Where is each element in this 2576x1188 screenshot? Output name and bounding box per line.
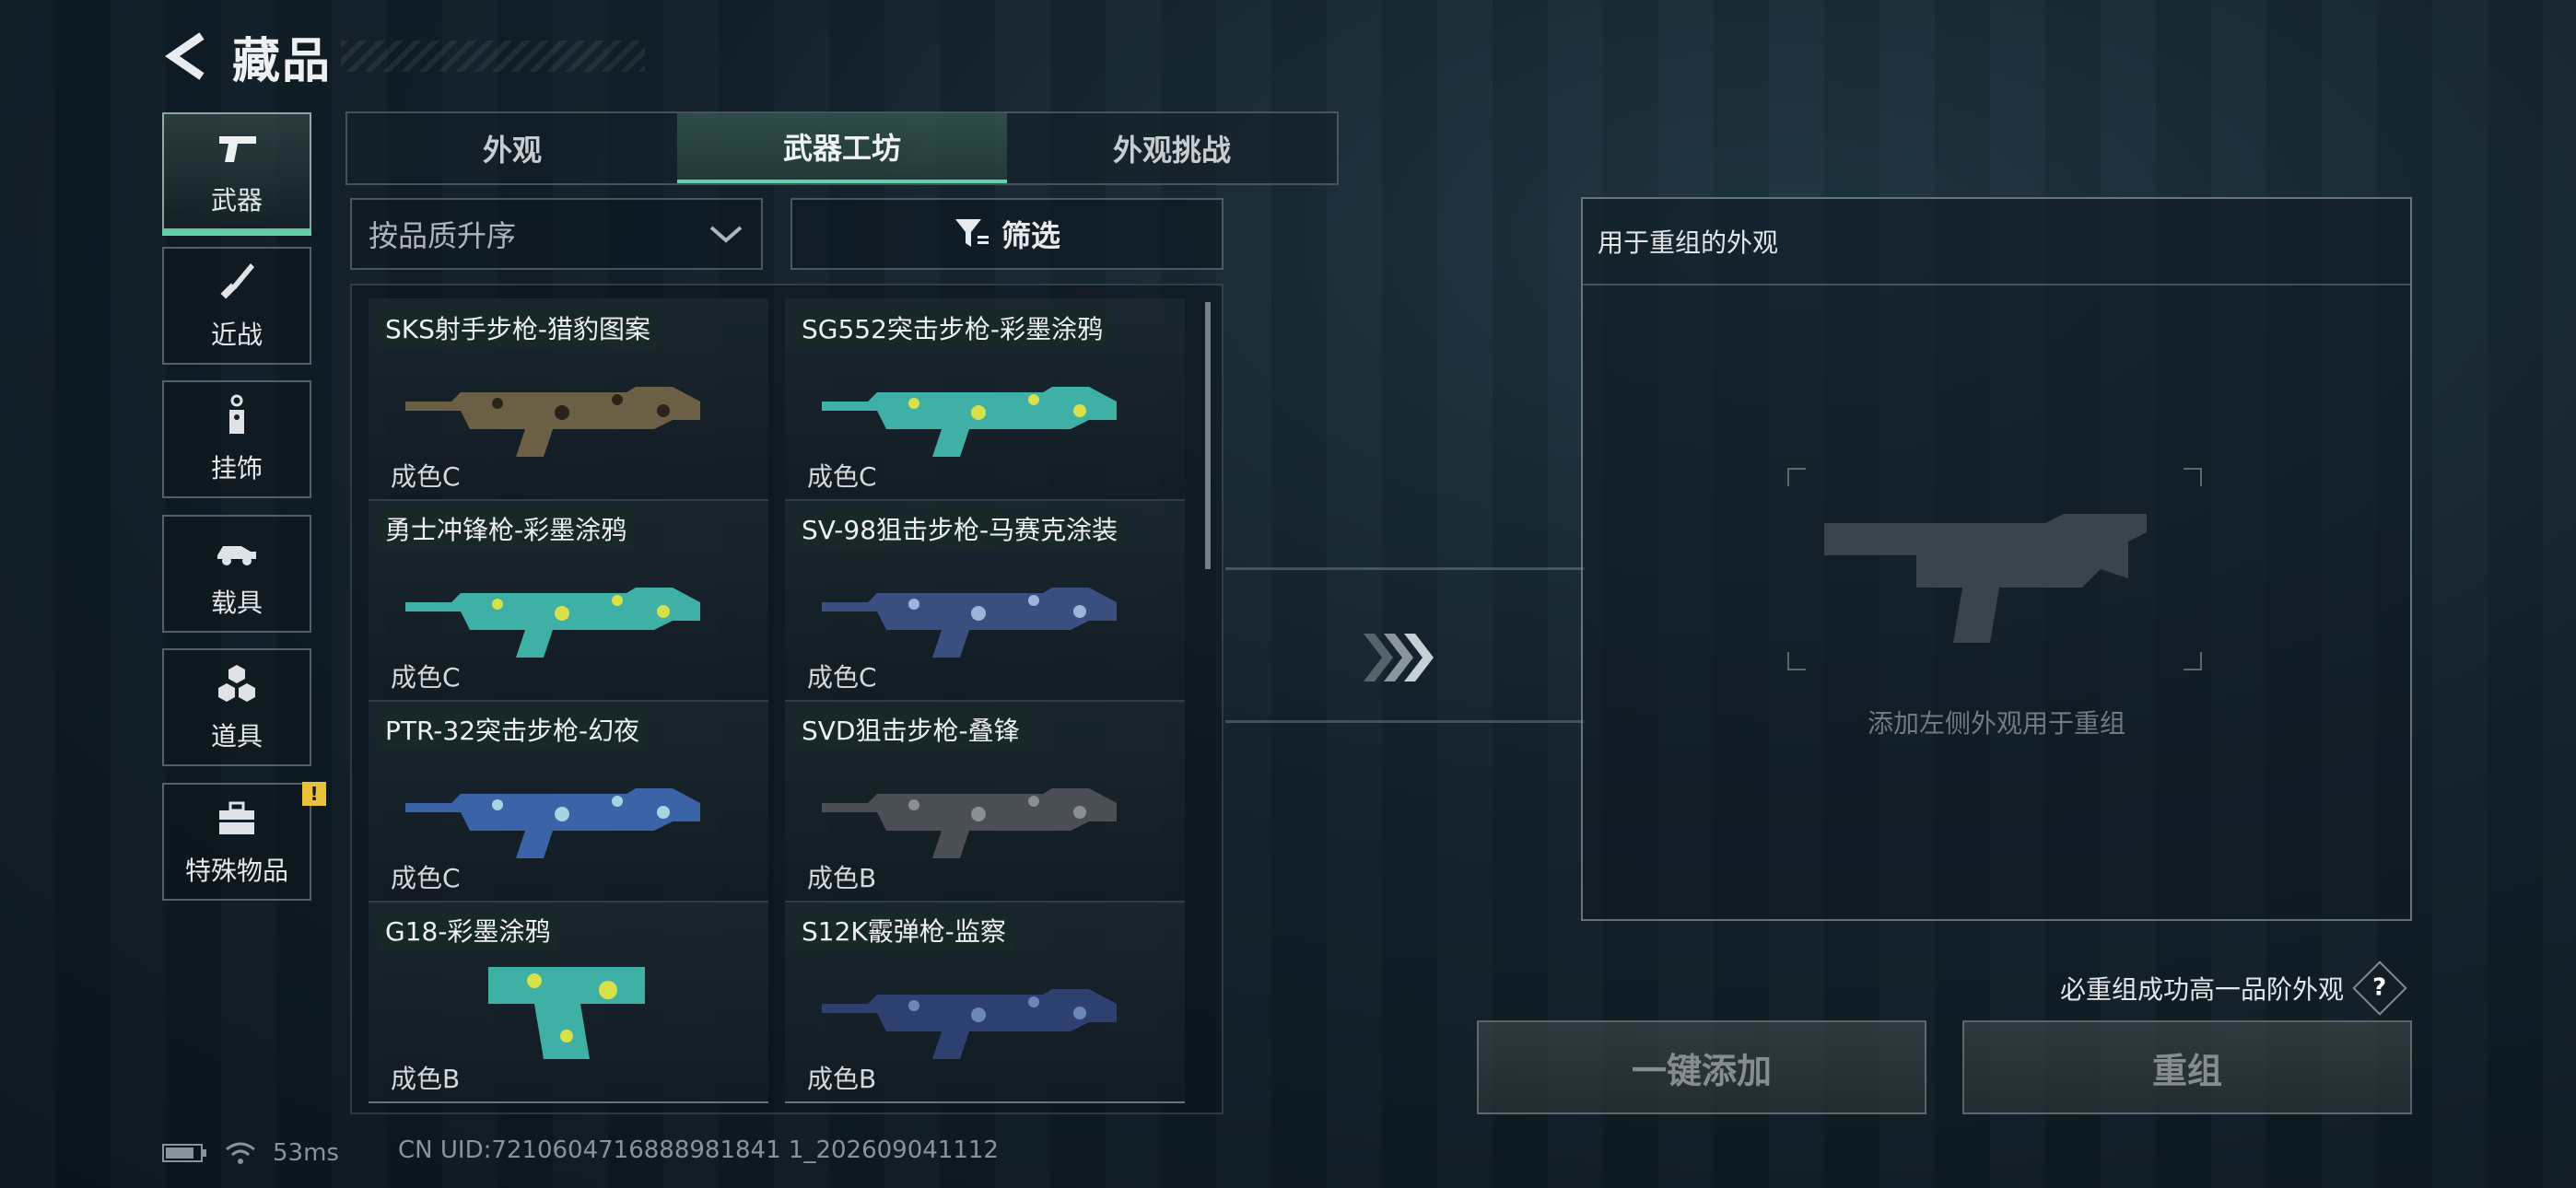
category-label: 特殊物品 [184, 856, 288, 886]
back-arrow-icon [165, 32, 205, 80]
category-vehicles[interactable]: 载具 [162, 515, 311, 633]
recombine-hint: 添加左侧外观用于重组 [1867, 708, 2125, 739]
weapon-skin-name: SV-98狙击步枪-马赛克涂装 [794, 508, 1126, 549]
recombine-panel: 用于重组的外观 添加左侧外观用于重组 [1581, 197, 2412, 921]
weapon-skin-image [405, 387, 700, 457]
alert-badge: ! [302, 782, 326, 806]
weapon-skin-card[interactable]: SV-98狙击步枪-马赛克涂装 成色C [785, 499, 1185, 702]
weapon-skin-name: PTR-32突击步枪-幻夜 [378, 709, 648, 750]
weapon-skin-card[interactable]: G18-彩墨涂鸦 成色B [369, 901, 768, 1103]
pistol-icon [219, 136, 256, 162]
tab-appearance-challenge[interactable]: 外观挑战 [1007, 113, 1337, 183]
weapon-skin-name: SVD狙击步枪-叠锋 [794, 709, 1027, 750]
category-melee[interactable]: 近战 [162, 247, 311, 365]
page-header: 藏品 [162, 24, 646, 89]
weapon-condition: 成色C [807, 662, 877, 693]
sort-label: 按品质升序 [369, 218, 517, 253]
tab-bar: 外观 武器工坊 外观挑战 [345, 111, 1339, 185]
weapon-skin-image [405, 788, 700, 858]
add-all-button[interactable]: 一键添加 [1477, 1020, 1926, 1114]
recombine-button[interactable]: 重组 [1962, 1020, 2412, 1114]
sort-dropdown[interactable]: 按品质升序 [350, 198, 763, 270]
rifle-silhouette-icon [1824, 514, 2147, 643]
filter-icon [954, 219, 989, 247]
weapon-condition: 成色B [807, 1064, 877, 1094]
weapon-skin-card[interactable]: PTR-32突击步枪-幻夜 成色C [369, 700, 768, 903]
cubes-icon [218, 665, 255, 702]
tab-appearance[interactable]: 外观 [347, 113, 677, 183]
category-label: 挂饰 [210, 453, 263, 483]
vehicle-icon [217, 546, 256, 565]
weapon-skin-image [488, 967, 645, 1059]
charm-icon [229, 394, 244, 434]
wifi-icon [226, 1142, 255, 1164]
category-label: 道具 [210, 721, 263, 751]
connector-line [1225, 567, 1585, 570]
guarantee-text: 必重组成功高一品阶外观 [2060, 974, 2345, 1005]
category-label: 近战 [210, 320, 263, 350]
weapon-skin-card[interactable]: 勇士冲锋枪-彩墨涂鸦 成色C [369, 499, 768, 702]
weapon-condition: 成色C [391, 662, 461, 693]
title-decoration [341, 41, 646, 72]
filter-button[interactable]: 筛选 [790, 198, 1224, 270]
weapon-skin-image [822, 588, 1117, 658]
filter-label: 筛选 [1001, 218, 1060, 253]
weapon-condition: 成色B [807, 863, 877, 893]
weapon-skin-name: SG552突击步枪-彩墨涂鸦 [794, 308, 1111, 348]
weapon-skin-image [405, 588, 700, 658]
status-bar: 53ms [162, 1136, 339, 1170]
forward-arrows-icon [1364, 634, 1434, 681]
toolbox-icon [219, 801, 254, 834]
page-title: 藏品 [232, 33, 333, 89]
category-weapons[interactable]: 武器 [162, 112, 311, 236]
weapon-skin-name: SKS射手步枪-猎豹图案 [378, 308, 659, 348]
tab-weapon-workshop[interactable]: 武器工坊 [677, 113, 1007, 183]
category-label: 武器 [210, 185, 263, 215]
ping-value: 53ms [273, 1139, 339, 1167]
weapon-skin-name: S12K霰弹枪-监察 [794, 910, 1013, 950]
weapon-condition: 成色C [807, 461, 877, 492]
weapon-skin-image [822, 989, 1117, 1059]
weapon-condition: 成色B [391, 1064, 461, 1094]
weapon-skin-name: 勇士冲锋枪-彩墨涂鸦 [378, 508, 635, 549]
weapon-condition: 成色C [391, 863, 461, 893]
category-label: 载具 [210, 588, 263, 618]
empty-weapon-slot[interactable] [1787, 468, 2202, 670]
category-items[interactable]: 道具 [162, 648, 311, 766]
grid-scrollbar[interactable] [1205, 302, 1211, 569]
chevron-down-icon [709, 226, 743, 243]
weapon-skin-card[interactable]: SKS射手步枪-猎豹图案 成色C [369, 298, 768, 501]
category-charms[interactable]: 挂饰 [162, 380, 311, 498]
weapon-skin-card[interactable]: S12K霰弹枪-监察 成色B [785, 901, 1185, 1103]
guarantee-note: 必重组成功高一品阶外观 ? [2060, 961, 2407, 1016]
weapon-condition: 成色C [391, 461, 461, 492]
user-uid: CN UID:7210604716888981841 1_20260904111… [398, 1136, 999, 1164]
weapon-skin-card[interactable]: SVD狙击步枪-叠锋 成色B [785, 700, 1185, 903]
help-icon: ? [2372, 974, 2387, 1002]
knife-icon [220, 263, 254, 299]
recombine-title: 用于重组的外观 [1583, 199, 2410, 285]
help-button[interactable]: ? [2352, 961, 2407, 1016]
category-special-items[interactable]: 特殊物品 ! [162, 782, 326, 901]
weapon-skin-image [822, 387, 1117, 457]
battery-icon [162, 1144, 206, 1162]
weapon-skin-card[interactable]: SG552突击步枪-彩墨涂鸦 成色C [785, 298, 1185, 501]
weapon-skin-image [822, 788, 1117, 858]
connector-line [1225, 720, 1585, 723]
back-button[interactable] [162, 29, 210, 83]
weapon-skin-name: G18-彩墨涂鸦 [378, 910, 558, 950]
